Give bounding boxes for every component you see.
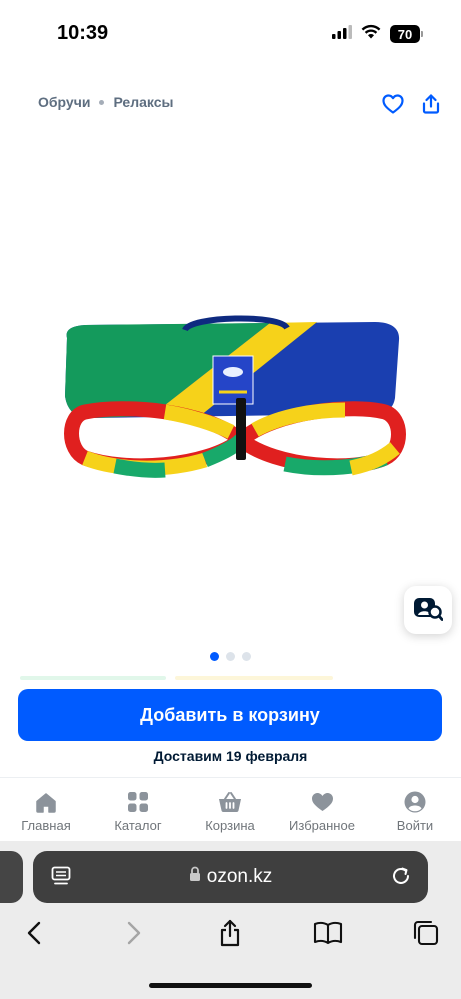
product-actions xyxy=(381,92,443,116)
breadcrumb: Обручи Релаксы xyxy=(38,94,173,110)
breadcrumb-row: Обручи Релаксы xyxy=(0,90,461,118)
share-icon xyxy=(218,919,242,952)
chevron-left-icon xyxy=(27,921,41,950)
image-search-icon xyxy=(413,595,444,626)
tab-label: Избранное xyxy=(289,818,355,833)
breadcrumb-separator xyxy=(99,99,105,105)
chevron-right-icon xyxy=(127,921,141,950)
url-display: ozon.kz xyxy=(33,866,428,888)
back-button[interactable] xyxy=(16,917,52,953)
carousel-dot[interactable] xyxy=(226,652,235,661)
share-icon[interactable] xyxy=(419,92,443,116)
cart-icon xyxy=(218,790,242,814)
home-icon xyxy=(35,790,57,814)
reload-icon[interactable] xyxy=(390,865,412,892)
tab-label: Главная xyxy=(21,818,71,833)
share-button[interactable] xyxy=(212,917,248,953)
tabs-icon xyxy=(413,920,439,951)
status-bar: 10:39 70 xyxy=(0,0,461,60)
tab-label: Войти xyxy=(396,818,434,833)
tab-login[interactable]: Войти xyxy=(370,790,460,833)
previous-tab-preview[interactable] xyxy=(0,851,23,903)
carousel-indicator xyxy=(0,652,461,661)
cellular-signal-icon xyxy=(332,24,352,44)
status-icons: 70 xyxy=(332,24,423,44)
carousel-dot[interactable] xyxy=(242,652,251,661)
breadcrumb-item-hoops[interactable]: Обручи xyxy=(38,94,90,110)
product-image[interactable] xyxy=(55,300,410,490)
forward-button[interactable] xyxy=(116,917,152,953)
image-search-button[interactable] xyxy=(404,586,452,634)
add-to-cart-button[interactable]: Добавить в корзину xyxy=(18,689,442,741)
catalog-icon xyxy=(127,790,149,814)
tab-cart[interactable]: Корзина xyxy=(185,790,275,833)
heart-icon xyxy=(311,790,334,814)
delivery-date: Доставим 19 февраля xyxy=(153,748,308,764)
home-indicator xyxy=(149,983,312,988)
tab-catalog[interactable]: Каталог xyxy=(93,790,183,833)
tab-home[interactable]: Главная xyxy=(1,790,91,833)
tab-label: Каталог xyxy=(114,818,162,833)
status-time: 10:39 xyxy=(57,22,109,44)
promo-strip-yellow xyxy=(175,676,333,680)
tabs-button[interactable] xyxy=(408,917,444,953)
favorite-heart-icon[interactable] xyxy=(381,92,405,116)
address-bar[interactable]: ozon.kz xyxy=(33,851,428,903)
wifi-icon xyxy=(361,24,381,44)
tab-favorites[interactable]: Избранное xyxy=(277,790,367,833)
breadcrumb-item-relax[interactable]: Релаксы xyxy=(113,94,173,110)
bottom-tab-bar: Главная Каталог Корзина Избранное Войти xyxy=(0,777,461,840)
browser-toolbar: ozon.kz xyxy=(0,841,461,999)
browser-nav xyxy=(0,917,461,953)
tab-label: Корзина xyxy=(205,818,255,833)
battery-icon: 70 xyxy=(390,25,423,43)
book-icon xyxy=(313,921,343,950)
profile-icon xyxy=(404,790,426,814)
lock-icon xyxy=(189,866,201,888)
url-text: ozon.kz xyxy=(206,866,273,887)
carousel-dot-active[interactable] xyxy=(210,652,219,661)
bookmarks-button[interactable] xyxy=(310,917,346,953)
promo-strip-green xyxy=(20,676,166,680)
battery-level: 70 xyxy=(390,25,420,43)
